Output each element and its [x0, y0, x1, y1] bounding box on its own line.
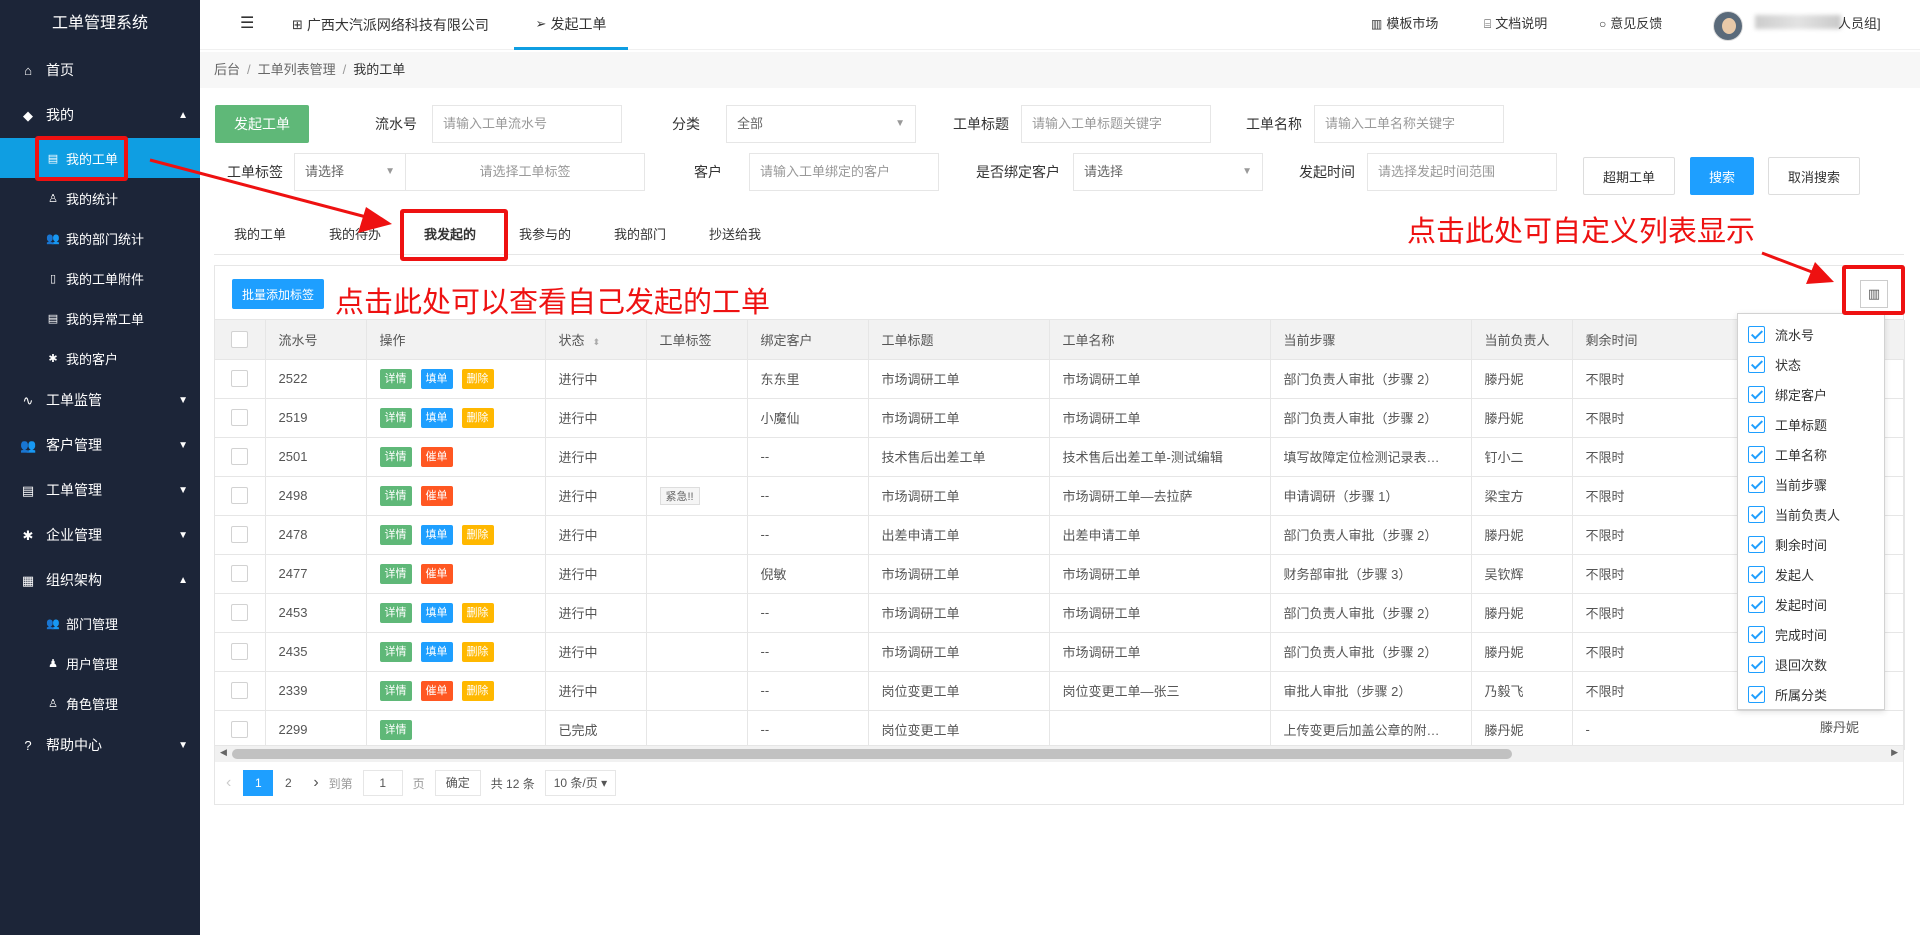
- annotation-arrows: [149, 158, 1834, 284]
- arrow-to-tab: [149, 158, 371, 220]
- arrow-head: [358, 207, 392, 233]
- annotation-customize: 点击此处可自定义列表显示: [1407, 214, 1756, 248]
- arrow-to-column: [1761, 251, 1813, 274]
- arrow-head: [1806, 262, 1834, 284]
- annotation-view-own: 点击此处可以查看自己发起的工单: [335, 285, 771, 319]
